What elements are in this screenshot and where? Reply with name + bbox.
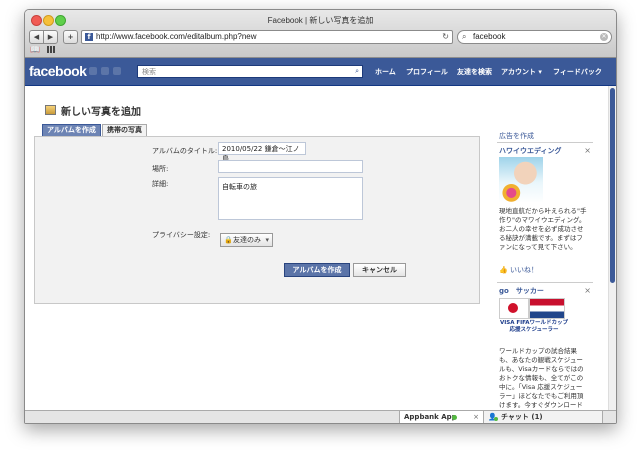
ad2-banner-text: VISA FIFAワールドカップ応援スケジューラー	[499, 320, 569, 333]
chat-tab[interactable]: 👤 チャット (1)	[483, 410, 603, 423]
create-ad-link[interactable]: 広告を作成	[499, 131, 534, 141]
page-scrollbar[interactable]	[608, 86, 616, 410]
chat-label: チャット (1)	[501, 413, 543, 421]
browser-window: Facebook | 新しい写真を追加 ◀ ▶ + f http://www.f…	[24, 9, 617, 424]
description-textarea[interactable]: 自転車の旅	[218, 177, 363, 220]
chat-bar: Appbank App × 👤 チャット (1)	[25, 410, 616, 423]
browser-search-field[interactable]: ⌕ facebook ✕	[457, 30, 612, 44]
facebook-search-icon[interactable]: ⌕	[355, 67, 359, 76]
nav-profile[interactable]: プロフィール	[406, 67, 448, 77]
facebook-favicon-icon: f	[85, 33, 93, 41]
ad1-title[interactable]: ハワイウエディング	[499, 146, 562, 156]
nav-home[interactable]: ホーム	[375, 67, 396, 77]
facebook-search-input[interactable]: 検索 ⌕	[137, 65, 363, 78]
nav-account[interactable]: アカウント ▾	[501, 67, 542, 77]
japan-flag-icon[interactable]	[499, 298, 529, 319]
scrollbar-thumb[interactable]	[610, 88, 615, 283]
create-album-button[interactable]: アルバムを作成	[284, 263, 350, 277]
browser-chrome: Facebook | 新しい写真を追加 ◀ ▶ + f http://www.f…	[25, 10, 616, 58]
nav-feedback[interactable]: フィードバック	[553, 67, 602, 77]
add-bookmark-button[interactable]: +	[63, 30, 78, 44]
ad2-title[interactable]: go サッカー	[499, 286, 544, 296]
forward-button[interactable]: ▶	[43, 30, 58, 44]
privacy-dropdown[interactable]: 🔒 友達のみ ▾	[220, 233, 273, 247]
facebook-header: facebook 検索 ⌕ ホーム プロフィール 友達を検索 アカウント ▾ フ…	[25, 58, 616, 86]
address-bar-url: http://www.facebook.com/editalbum.php?ne…	[96, 32, 257, 41]
chat-online-icon	[494, 417, 498, 421]
tab-create-album[interactable]: アルバムを作成	[42, 124, 101, 136]
window-title: Facebook | 新しい写真を追加	[267, 16, 374, 25]
location-label: 場所:	[152, 165, 169, 173]
privacy-label: プライバシー設定:	[152, 231, 211, 239]
page-title: 新しい写真を追加	[61, 107, 141, 118]
ad1-like-link[interactable]: 👍 いいね！	[499, 265, 538, 275]
online-status-icon	[452, 415, 457, 420]
bookmarks-book-icon[interactable]: 📖	[30, 45, 40, 54]
netherlands-flag-icon[interactable]	[529, 298, 565, 319]
top-sites-grid-icon[interactable]	[47, 46, 55, 53]
cancel-button[interactable]: キャンセル	[353, 263, 406, 277]
reload-icon[interactable]: ↻	[442, 32, 449, 41]
create-album-form: アルバムのタイトル: 2010/05/22 鎌倉〜江ノ島 場所: 詳細: 自転車…	[34, 136, 480, 304]
nav-find-friends[interactable]: 友達を検索	[457, 67, 492, 77]
ad-visa-soccer: go サッカー × VISA FIFAワールドカップ応援スケジューラー ワールド…	[497, 282, 593, 411]
chevron-down-icon: ▾	[265, 236, 269, 244]
search-icon: ⌕	[462, 32, 467, 41]
privacy-value: 友達のみ	[233, 236, 261, 244]
page-content: 新しい写真を追加 アルバムを作成 携帯の写真 アルバムのタイトル: 2010/0…	[25, 86, 616, 423]
facebook-search-placeholder: 検索	[142, 68, 156, 76]
location-input[interactable]	[218, 160, 363, 173]
tab-mobile-photos[interactable]: 携帯の写真	[102, 124, 147, 136]
ad2-body: ワールドカップの試合結果も、あなたの観戦スケジュールも、Visaカードならではの…	[499, 347, 584, 409]
ad1-body: 現地直航だから叶えられる"手作り"のマワイウエディング。お二人の幸せを必ず成功さ…	[499, 207, 587, 251]
ad1-like-label: いいね！	[509, 266, 538, 274]
friend-requests-icon[interactable]	[89, 67, 97, 75]
chat-app-name: Appbank App	[404, 413, 457, 421]
notifications-icon[interactable]	[113, 67, 121, 75]
facebook-logo[interactable]: facebook	[29, 63, 87, 79]
description-label: 詳細:	[152, 180, 169, 188]
lock-icon: 🔒	[224, 236, 233, 244]
ad1-photo[interactable]	[499, 157, 543, 203]
ad-hawaii-wedding: ハワイウエディング × 現地直航だから叶えられる"手作り"のマワイウエディング。…	[497, 142, 593, 277]
close-ad-icon[interactable]: ×	[584, 286, 591, 295]
back-button[interactable]: ◀	[29, 30, 44, 44]
album-title-label: アルバムのタイトル:	[152, 147, 218, 155]
address-bar[interactable]: f http://www.facebook.com/editalbum.php?…	[81, 30, 453, 44]
photo-album-icon	[45, 105, 56, 115]
messages-icon[interactable]	[101, 67, 109, 75]
browser-search-value: facebook	[473, 32, 506, 41]
close-chat-icon[interactable]: ×	[473, 411, 479, 423]
album-title-input[interactable]: 2010/05/22 鎌倉〜江ノ島	[218, 142, 306, 163]
clear-search-icon[interactable]: ✕	[600, 33, 608, 41]
chat-app-tab[interactable]: Appbank App ×	[399, 410, 484, 423]
close-ad-icon[interactable]: ×	[584, 146, 591, 155]
